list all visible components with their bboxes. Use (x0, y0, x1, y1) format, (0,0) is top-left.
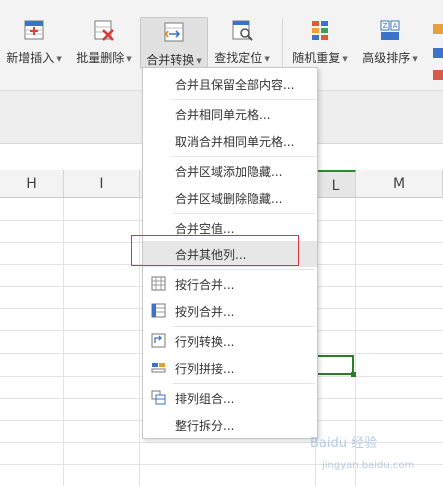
merge-convert-icon (164, 22, 184, 42)
batch-delete-icon (94, 20, 114, 41)
menu-item-label: 排列组合... (175, 392, 235, 406)
menu-separator (173, 213, 315, 214)
edge-tool-icon[interactable] (433, 48, 443, 58)
ribbon-separator (282, 18, 283, 70)
insert-button[interactable]: 新增插入 ▼ (4, 14, 64, 74)
selected-cell[interactable] (316, 355, 356, 377)
menu-item-merge-add-hidden[interactable]: 合并区域添加隐藏... (143, 158, 317, 184)
column-header-h[interactable]: H (0, 170, 64, 198)
chevron-down-icon: ▼ (412, 54, 418, 63)
menu-separator (173, 99, 315, 100)
find-locate-icon (232, 20, 253, 41)
menu-separator (173, 269, 315, 270)
menu-item-label: 整行拆分... (175, 419, 235, 433)
random-repeat-icon (312, 21, 328, 40)
merge-by-column-icon (151, 303, 166, 318)
chevron-down-icon: ▼ (196, 56, 202, 65)
menu-separator (173, 156, 315, 157)
insert-button-label: 新增插入 (6, 51, 55, 65)
merge-by-row-icon (151, 276, 166, 291)
find-locate-label: 查找定位 (214, 51, 263, 65)
menu-item-row-col-join[interactable]: 行列拼接... (143, 355, 317, 381)
transpose-icon (151, 333, 166, 348)
chevron-down-icon: ▼ (264, 54, 270, 63)
menu-item-merge-by-row[interactable]: 按行合并... (143, 271, 317, 297)
menu-item-merge-by-column[interactable]: 按列合并... (143, 298, 317, 324)
random-repeat-label: 随机重复 (292, 51, 341, 65)
edge-tool-icon[interactable] (433, 70, 443, 80)
menu-item-label: 行列拼接... (175, 362, 235, 376)
edge-tool-icon[interactable] (433, 24, 443, 34)
column-header-m[interactable]: M (356, 170, 443, 198)
insert-rows-icon (24, 20, 44, 40)
menu-item-merge-remove-hidden[interactable]: 合并区域删除隐藏... (143, 185, 317, 211)
menu-item-transpose[interactable]: 行列转换... (143, 328, 317, 354)
advanced-sort-button[interactable]: Z A 高级排序 ▼ (358, 14, 422, 74)
advanced-sort-icon: Z A (380, 20, 400, 40)
batch-delete-button[interactable]: 批量删除 ▼ (72, 14, 136, 74)
random-repeat-button[interactable]: 随机重复 ▼ (288, 14, 352, 74)
svg-text:Z: Z (383, 22, 388, 30)
menu-item-label: 合并且保留全部内容... (175, 78, 295, 92)
menu-item-label: 按行合并... (175, 278, 235, 292)
highlight-annotation-box (131, 235, 299, 266)
menu-item-label: 合并相同单元格... (175, 108, 271, 122)
column-header-l[interactable]: L (316, 170, 356, 198)
watermark-url: jingyan.baidu.com (322, 460, 415, 471)
row-col-join-icon (151, 363, 166, 373)
find-locate-button[interactable]: 查找定位 ▼ (210, 14, 274, 74)
chevron-down-icon: ▼ (126, 54, 132, 63)
advanced-sort-label: 高级排序 (362, 51, 411, 65)
chevron-down-icon: ▼ (342, 54, 348, 63)
menu-item-split-rows[interactable]: 整行拆分... (143, 412, 317, 438)
menu-item-merge-keep-all[interactable]: 合并且保留全部内容... (143, 71, 317, 97)
merge-convert-label: 合并转换 (146, 53, 195, 67)
column-header-i[interactable]: I (64, 170, 140, 198)
menu-separator (173, 326, 315, 327)
menu-item-label: 合并区域删除隐藏... (175, 192, 283, 206)
menu-item-label: 合并区域添加隐藏... (175, 165, 283, 179)
chevron-down-icon: ▼ (56, 54, 62, 63)
menu-item-merge-same-cells[interactable]: 合并相同单元格... (143, 101, 317, 127)
menu-separator (173, 383, 315, 384)
menu-item-label: 按列合并... (175, 305, 235, 319)
menu-item-unmerge-same-cells[interactable]: 取消合并相同单元格... (143, 128, 317, 154)
menu-item-permutation[interactable]: 排列组合... (143, 385, 317, 411)
permutation-icon (151, 390, 166, 405)
menu-item-label: 行列转换... (175, 335, 235, 349)
svg-text:A: A (393, 22, 398, 30)
watermark-text: Baidu 经验 (310, 436, 378, 451)
batch-delete-label: 批量删除 (76, 51, 125, 65)
menu-item-label: 取消合并相同单元格... (175, 135, 295, 149)
merge-convert-button[interactable]: 合并转换 ▼ (140, 17, 208, 69)
